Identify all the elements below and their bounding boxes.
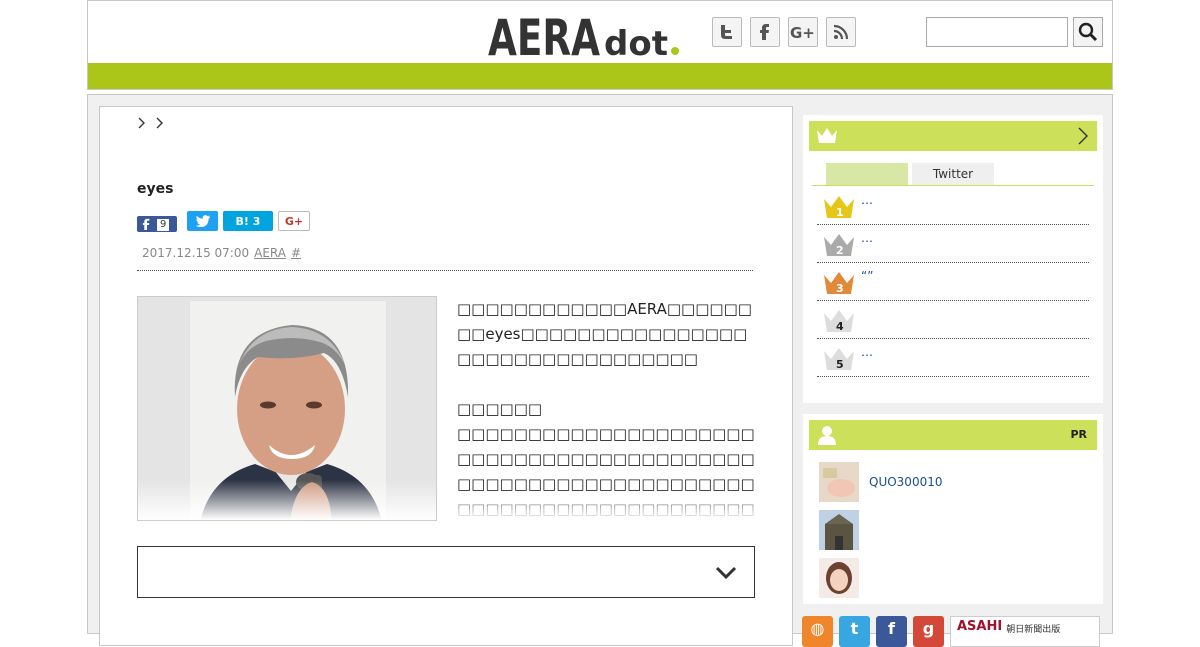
rank-number: 5 [836, 358, 844, 371]
ranking-widget: Twitter 1… 2… 3 “” 4 5… [803, 115, 1103, 403]
article-photo [137, 296, 437, 521]
text-fade-overlay [457, 489, 757, 521]
twitter-icon[interactable] [712, 17, 742, 47]
ranking-item[interactable]: 3 “” [817, 263, 1089, 301]
ranking-header[interactable] [809, 121, 1097, 151]
rank-number: 1 [836, 206, 844, 219]
facebook-icon [142, 218, 150, 230]
ranking-item-title: … [861, 345, 873, 359]
twitter-share-button[interactable] [187, 211, 218, 231]
pr-label: PR [1070, 428, 1087, 441]
article-body: □□□□□□□□□□□□AERA□□□□□□□□eyes□□□□□□□□□□□□… [457, 297, 757, 519]
twitter-icon[interactable]: t [839, 616, 870, 647]
hatena-bookmark-button[interactable]: B! 3 [223, 211, 273, 231]
person-icon [818, 426, 836, 445]
rank-number: 3 [836, 282, 844, 295]
facebook-share-button[interactable]: 9 [137, 216, 177, 232]
article-main: eyes 9 B! 3 G+ 2017.12.15 07:00 AERA # □… [99, 106, 793, 646]
svg-text:G+: G+ [790, 24, 815, 41]
pr-item-text: QUO300010 [869, 475, 943, 489]
svg-text:dot: dot [604, 24, 668, 61]
asahi-label: ASAHI [957, 619, 1003, 634]
google-plus-icon[interactable]: g [913, 616, 944, 647]
breadcrumb [136, 115, 166, 131]
tab-twitter-ranking[interactable]: Twitter [912, 163, 994, 185]
ranking-item-title: “” [861, 269, 874, 283]
facebook-share-count: 9 [157, 219, 170, 231]
facebook-icon[interactable] [750, 17, 780, 47]
pr-item[interactable] [819, 558, 1099, 600]
rank-crown-icon: 4 [824, 310, 854, 333]
rank-crown-icon: 1 [824, 196, 854, 219]
ranking-item[interactable]: 4 [817, 301, 1089, 339]
chevron-right-icon[interactable] [136, 115, 148, 131]
pr-thumbnail [819, 510, 859, 550]
site-container: AERA dot G+ eyes 9 B! 3 G+ 2017.12.15 07… [87, 0, 1113, 647]
google-plus-icon[interactable]: G+ [788, 17, 818, 47]
article-source-link[interactable]: AERA [254, 246, 286, 260]
ranking-item-title: … [861, 193, 873, 207]
rank-number: 4 [836, 320, 844, 333]
site-header: AERA dot G+ [87, 0, 1113, 90]
pr-widget: PR QUO300010 [803, 414, 1103, 604]
chevron-right-icon [1078, 127, 1088, 145]
article-tag-link[interactable]: # [291, 246, 301, 260]
divider [137, 270, 753, 271]
ranking-tabs: Twitter [812, 163, 1094, 186]
pr-header: PR [809, 420, 1097, 450]
aera-dot-logo[interactable]: AERA dot [488, 7, 688, 61]
ranking-item[interactable]: 2… [817, 225, 1089, 263]
article-meta: 2017.12.15 07:00 AERA # [142, 246, 301, 260]
asahi-sub-label: 朝日新聞出版 [1006, 625, 1061, 635]
article-paragraph: □□□□□□□□□□□□AERA□□□□□□□□eyes□□□□□□□□□□□□… [457, 300, 752, 368]
chevron-down-icon [715, 566, 737, 580]
article-title: eyes [137, 181, 174, 197]
asahi-publisher-banner[interactable]: ASAHI 朝日新聞出版 [950, 616, 1100, 647]
rank-crown-icon: 2 [824, 234, 854, 257]
svg-text:AERA: AERA [488, 9, 600, 61]
ranking-item[interactable]: 1… [817, 187, 1089, 225]
rank-crown-icon: 3 [824, 272, 854, 295]
rank-number: 2 [836, 244, 844, 257]
pr-item[interactable]: QUO300010 [819, 462, 1099, 504]
hatena-count: 3 [252, 214, 261, 228]
tab-access-ranking[interactable] [826, 163, 908, 185]
chevron-right-icon[interactable] [154, 115, 166, 131]
hatena-label: B! [235, 214, 249, 228]
article-subheading: □□□□□□ [457, 400, 543, 418]
ranking-item-title: … [861, 231, 873, 245]
search-input[interactable] [926, 17, 1068, 47]
twitter-bird-icon [195, 215, 210, 227]
footer-social-badges: ◍ t f g ASAHI 朝日新聞出版 [802, 616, 1100, 647]
article-date: 2017.12.15 07:00 [142, 246, 250, 260]
pr-thumbnail [819, 462, 859, 502]
search-icon [1078, 22, 1098, 42]
rss-icon[interactable]: ◍ [802, 616, 833, 647]
crown-icon [817, 128, 837, 143]
content-frame: eyes 9 B! 3 G+ 2017.12.15 07:00 AERA # □… [87, 94, 1113, 646]
facebook-icon[interactable]: f [876, 616, 907, 647]
photo-fade-overlay [138, 480, 436, 520]
pr-item[interactable] [819, 510, 1099, 552]
google-plus-share-button[interactable]: G+ [278, 211, 310, 231]
read-more-button[interactable] [137, 546, 755, 598]
rank-crown-icon: 5 [824, 348, 854, 371]
ranking-item[interactable]: 5… [817, 339, 1089, 377]
search-button[interactable] [1073, 17, 1103, 47]
global-nav-bar [88, 63, 1112, 89]
pr-thumbnail [819, 558, 859, 598]
rss-icon[interactable] [826, 17, 856, 47]
